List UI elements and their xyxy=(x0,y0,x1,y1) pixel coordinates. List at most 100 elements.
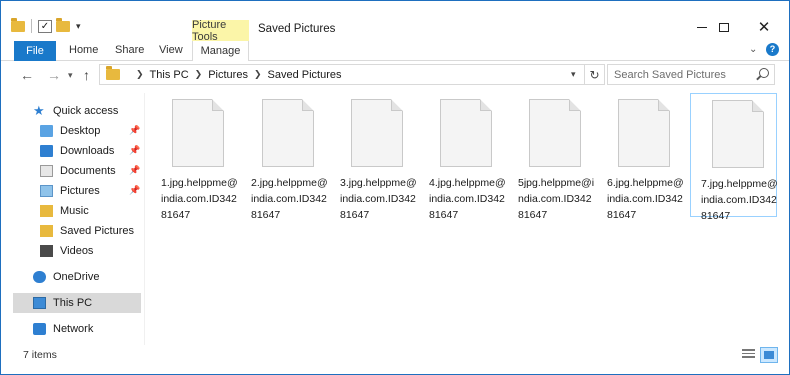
pin-icon[interactable]: 📌 xyxy=(129,125,140,136)
onedrive-cloud-icon xyxy=(33,271,46,283)
tree-item-label: Network xyxy=(53,323,94,335)
file-item-selected[interactable]: 7.jpg.helppme@india.com.ID34281647 xyxy=(690,93,778,222)
tree-item-label: OneDrive xyxy=(53,271,100,283)
file-item[interactable]: 2.jpg.helppme@india.com.ID34281647 xyxy=(241,93,328,221)
chevron-right-icon[interactable]: ❯ xyxy=(136,69,144,80)
title-bar: ✓ ▾ Picture Tools Saved Pictures ✕ xyxy=(1,1,789,43)
item-count: 7 items xyxy=(23,349,57,361)
blank-file-icon xyxy=(529,99,581,167)
file-name: 1.jpg.helppme@india.com.ID34281647 xyxy=(161,177,238,221)
desktop-folder-icon xyxy=(40,125,53,137)
large-icons-view-button[interactable] xyxy=(760,347,778,363)
breadcrumb-saved-pictures[interactable]: Saved Pictures xyxy=(268,69,342,81)
blank-file-icon xyxy=(712,100,764,168)
chevron-right-icon[interactable]: ❯ xyxy=(195,69,203,80)
customize-toolbar-icon[interactable]: ▾ xyxy=(76,21,81,32)
blank-file-icon xyxy=(351,99,403,167)
videos-folder-icon xyxy=(40,245,53,257)
tree-item-label: Saved Pictures xyxy=(60,225,134,237)
downloads-folder-icon xyxy=(40,145,53,157)
folder-icon xyxy=(40,225,53,237)
new-folder-icon[interactable] xyxy=(56,17,70,32)
file-explorer-window: ✓ ▾ Picture Tools Saved Pictures ✕ File … xyxy=(0,0,790,375)
pin-icon[interactable]: 📌 xyxy=(129,165,140,176)
up-button[interactable]: ↑ xyxy=(83,67,90,83)
picture-tools-context-tab: Picture Tools xyxy=(192,19,249,43)
file-name: 5jpg.helppme@india.com.ID34281647 xyxy=(518,177,595,221)
tree-item-label: Videos xyxy=(60,245,94,257)
details-view-button[interactable] xyxy=(742,349,755,361)
navigation-pane: ★ Quick access Desktop 📌 Downloads 📌 Doc… xyxy=(1,91,141,346)
file-name: 7.jpg.helppme@india.com.ID34281647 xyxy=(701,178,778,222)
tab-file[interactable]: File xyxy=(14,41,56,61)
tree-item-desktop[interactable]: Desktop xyxy=(40,121,100,141)
properties-icon[interactable]: ✓ xyxy=(38,19,52,33)
navigation-bar: ← → ▾ ↑ ❯ This PC ❯ Pictures ❯ Saved Pic… xyxy=(1,62,789,88)
tree-item-label: Pictures xyxy=(60,185,100,197)
status-bar: 7 items xyxy=(1,345,789,365)
tree-item-this-pc[interactable]: This PC xyxy=(33,293,92,313)
search-input[interactable]: Search Saved Pictures xyxy=(607,64,775,85)
file-name: 6.jpg.helppme@india.com.ID34281647 xyxy=(607,177,684,221)
tree-item-downloads[interactable]: Downloads xyxy=(40,141,114,161)
minimize-icon xyxy=(697,26,707,28)
search-icon[interactable] xyxy=(759,68,769,78)
tab-home[interactable]: Home xyxy=(69,44,98,56)
pane-divider[interactable] xyxy=(144,93,145,345)
breadcrumb-this-pc[interactable]: This PC xyxy=(150,69,189,81)
tab-manage[interactable]: Manage xyxy=(192,41,249,61)
expand-ribbon-icon[interactable]: ⌄ xyxy=(749,44,757,55)
documents-folder-icon xyxy=(40,165,53,177)
blank-file-icon xyxy=(440,99,492,167)
tree-item-label: This PC xyxy=(53,297,93,309)
ribbon-tabs: File Home Share View Manage ⌄ ? xyxy=(1,41,789,61)
maximize-button[interactable] xyxy=(709,15,739,39)
tree-item-label: Downloads xyxy=(60,145,115,157)
window-bottom-edge xyxy=(1,365,789,374)
file-name: 3.jpg.helppme@india.com.ID34281647 xyxy=(340,177,417,221)
blank-file-icon xyxy=(262,99,314,167)
recent-locations-icon[interactable]: ▾ xyxy=(68,70,73,81)
music-folder-icon xyxy=(40,205,53,217)
tree-item-quick-access[interactable]: ★ Quick access xyxy=(33,101,118,121)
file-list: 1.jpg.helppme@india.com.ID34281647 2.jpg… xyxy=(151,93,781,343)
computer-icon xyxy=(33,297,46,309)
file-item[interactable]: 6.jpg.helppme@india.com.ID34281647 xyxy=(597,93,684,221)
tree-item-pictures[interactable]: Pictures xyxy=(40,181,100,201)
pin-icon[interactable]: 📌 xyxy=(129,145,140,156)
forward-button[interactable]: → xyxy=(47,67,61,83)
file-item[interactable]: 1.jpg.helppme@india.com.ID34281647 xyxy=(151,93,238,221)
tree-item-network[interactable]: Network xyxy=(33,319,93,339)
back-button[interactable]: ← xyxy=(20,67,34,83)
tree-item-onedrive[interactable]: OneDrive xyxy=(33,267,99,287)
tree-item-documents[interactable]: Documents xyxy=(40,161,116,181)
pictures-folder-icon xyxy=(40,185,53,197)
refresh-button[interactable]: ↻ xyxy=(585,64,605,85)
star-icon: ★ xyxy=(33,103,45,118)
tab-view[interactable]: View xyxy=(159,44,183,56)
pin-icon[interactable]: 📌 xyxy=(129,185,140,196)
file-item[interactable]: 4.jpg.helppme@india.com.ID34281647 xyxy=(419,93,506,221)
chevron-down-icon[interactable]: ▾ xyxy=(571,69,576,80)
blank-file-icon xyxy=(172,99,224,167)
tree-item-videos[interactable]: Videos xyxy=(40,241,93,261)
tree-item-label: Desktop xyxy=(60,125,101,137)
blank-file-icon xyxy=(618,99,670,167)
tree-item-label: Quick access xyxy=(53,105,119,117)
file-item[interactable]: 3.jpg.helppme@india.com.ID34281647 xyxy=(330,93,417,221)
tree-item-label: Documents xyxy=(60,165,116,177)
help-icon[interactable]: ? xyxy=(766,43,779,56)
tree-item-music[interactable]: Music xyxy=(40,201,89,221)
address-bar[interactable]: ❯ This PC ❯ Pictures ❯ Saved Pictures xyxy=(99,64,585,85)
maximize-icon xyxy=(719,22,729,32)
folder-icon[interactable] xyxy=(11,17,25,32)
tab-share[interactable]: Share xyxy=(115,44,144,56)
tree-item-saved-pictures[interactable]: Saved Pictures xyxy=(40,221,134,241)
folder-icon xyxy=(106,66,120,80)
file-item[interactable]: 5jpg.helppme@india.com.ID34281647 xyxy=(508,93,595,221)
toolbar-separator xyxy=(31,19,32,33)
close-button[interactable]: ✕ xyxy=(749,15,779,39)
breadcrumb-pictures[interactable]: Pictures xyxy=(208,69,248,81)
tree-item-label: Music xyxy=(60,205,89,217)
chevron-right-icon[interactable]: ❯ xyxy=(254,69,262,80)
